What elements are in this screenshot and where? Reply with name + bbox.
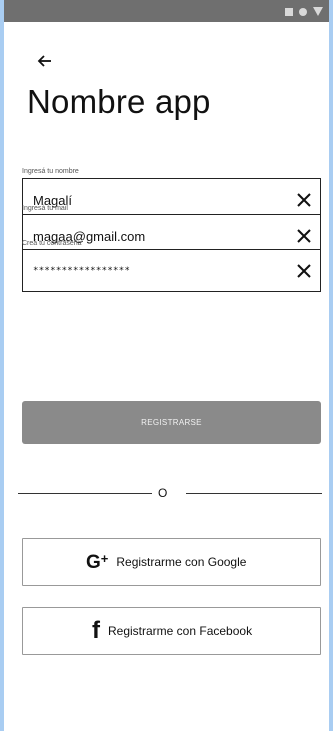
password-label: Creá tu contraseña: [22, 240, 82, 247]
email-label: Ingresá tu mail: [22, 205, 68, 212]
clear-name-button[interactable]: [294, 190, 314, 210]
close-icon: [297, 264, 311, 278]
facebook-icon: f: [92, 617, 100, 644]
facebook-signup-button[interactable]: f Registrarme con Facebook: [22, 607, 321, 655]
name-field[interactable]: [33, 189, 283, 211]
facebook-button-content: f Registrarme con Facebook: [92, 608, 252, 654]
register-button[interactable]: REGISTRARSE: [22, 401, 321, 444]
divider-left: [18, 493, 152, 494]
google-button-content: G+ Registrarme con Google: [86, 539, 246, 585]
triangle-icon: [313, 7, 323, 16]
google-plus-icon: G+: [86, 550, 109, 573]
status-bar: [4, 0, 329, 22]
circle-icon: [299, 7, 307, 16]
arrow-left-icon: [37, 55, 51, 67]
google-signup-button[interactable]: G+ Registrarme con Google: [22, 538, 321, 586]
name-label: Ingresá tu nombre: [22, 168, 79, 175]
close-icon: [297, 229, 311, 243]
facebook-button-label: Registrarme con Facebook: [108, 624, 253, 638]
google-button-label: Registrarme con Google: [116, 555, 247, 569]
password-field-container: [22, 249, 321, 292]
status-icons: [285, 7, 323, 16]
page-title: Nombre app: [27, 83, 211, 120]
clear-email-button[interactable]: [294, 226, 314, 246]
password-field[interactable]: [33, 260, 283, 282]
back-button[interactable]: [30, 46, 60, 76]
close-icon: [297, 193, 311, 207]
divider-text: O: [158, 486, 168, 500]
square-icon: [285, 7, 293, 16]
phone-screen: Nombre app Ingresá tu nombre Ingresá tu …: [4, 0, 329, 731]
clear-password-button[interactable]: [294, 261, 314, 281]
divider-right: [186, 493, 322, 494]
